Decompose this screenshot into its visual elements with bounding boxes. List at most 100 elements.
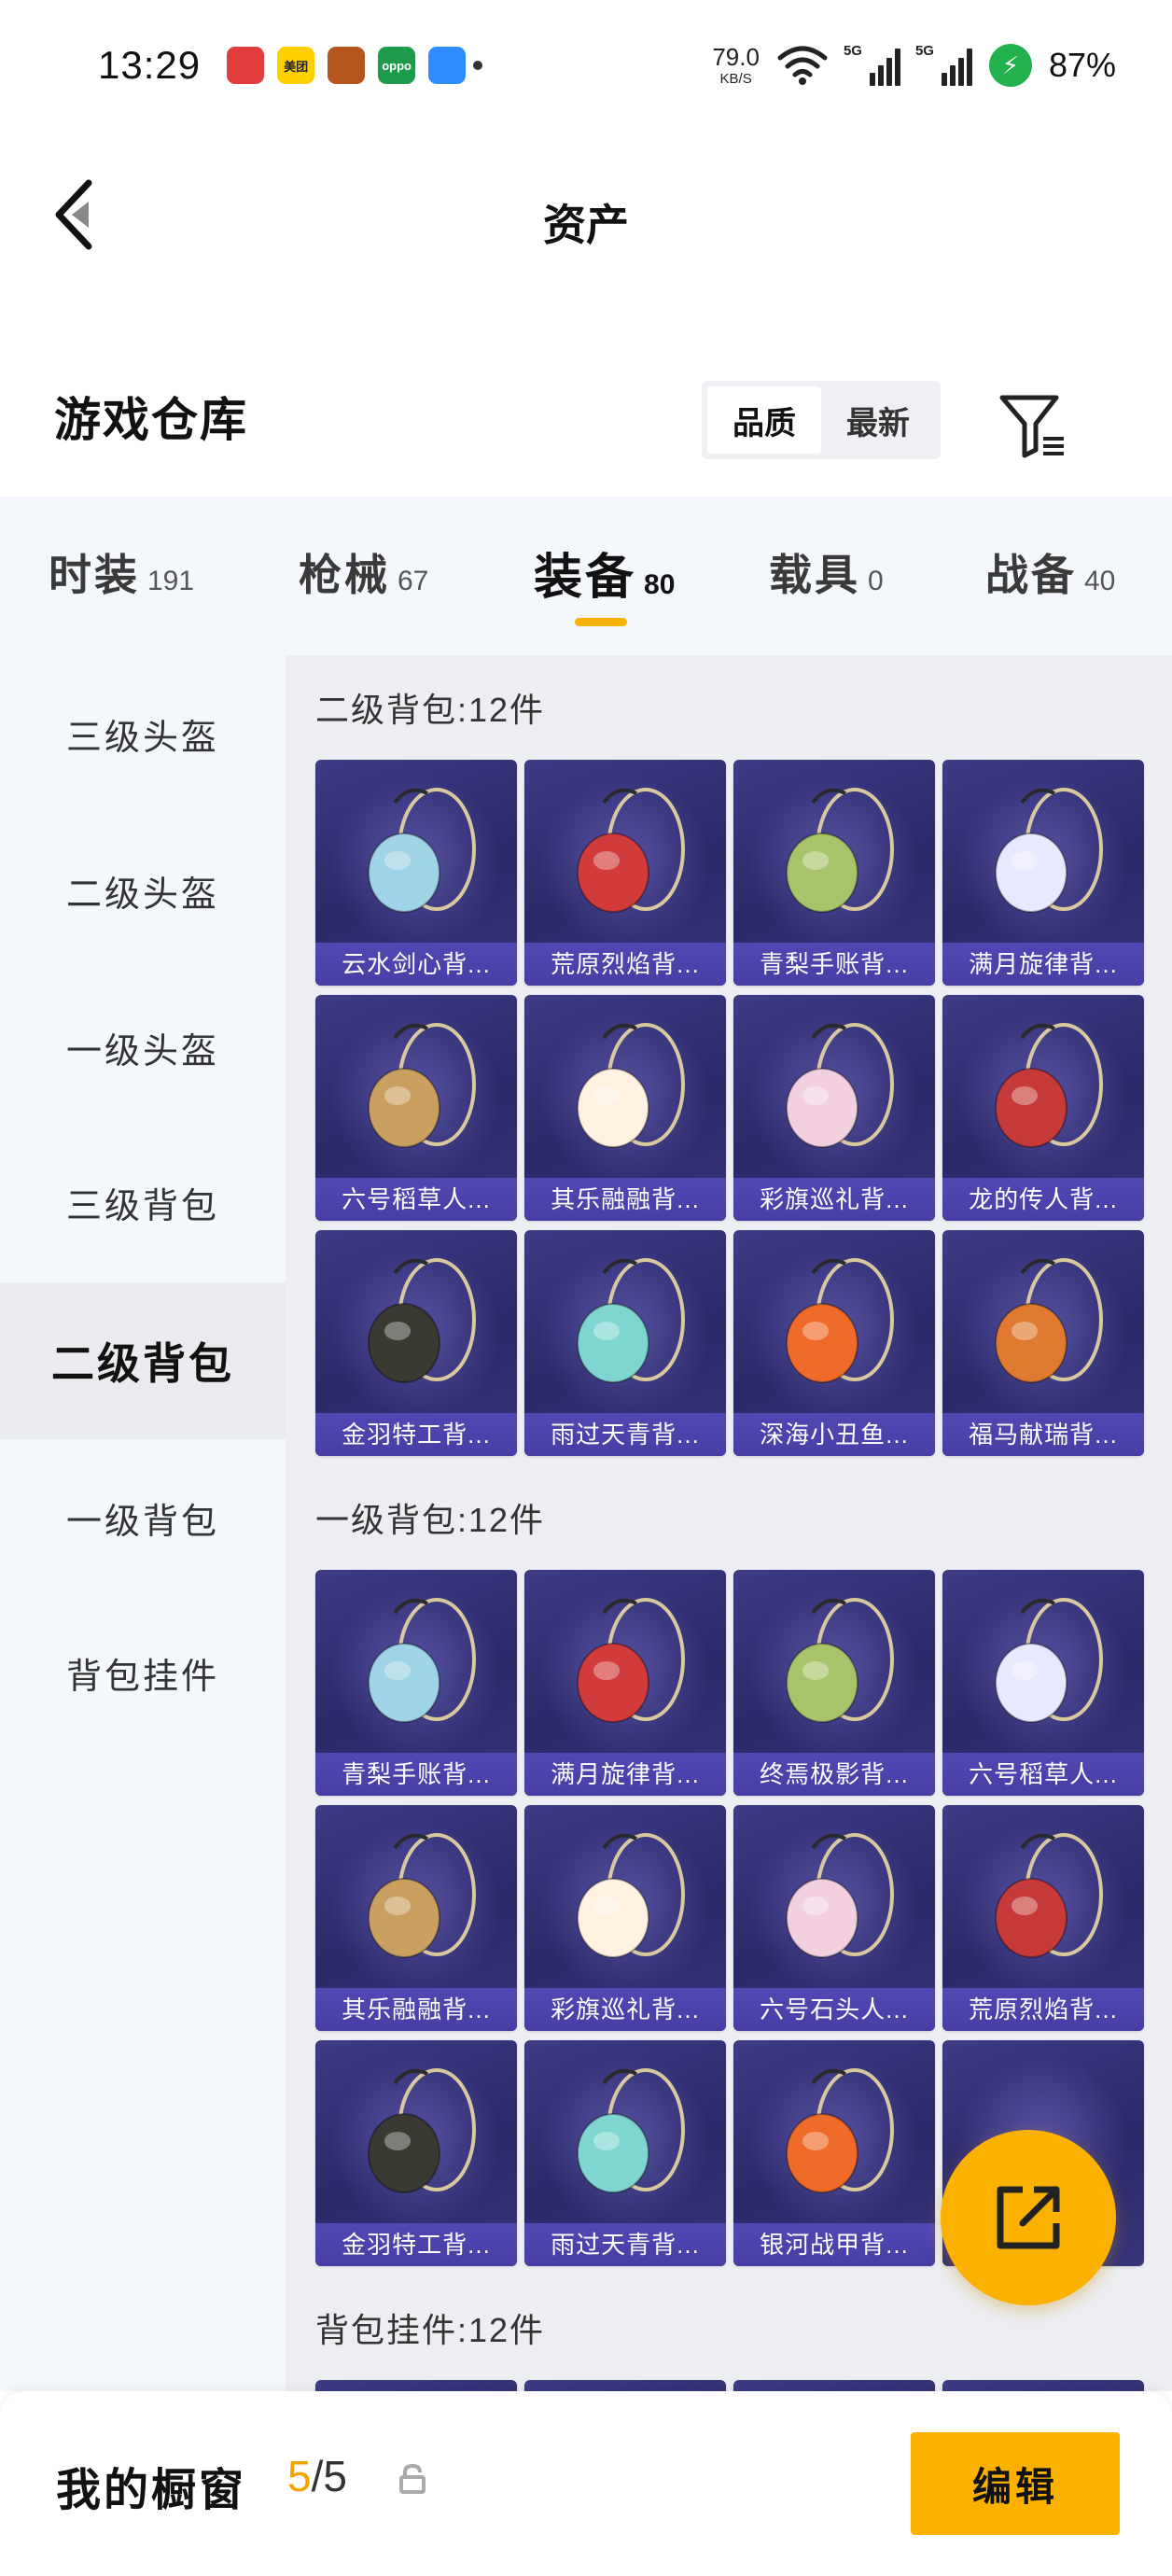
item-card[interactable]	[733, 2380, 935, 2391]
item-card[interactable]	[942, 2380, 1144, 2391]
subcategory-sidebar: 三级头盔 二级头盔 一级头盔 三级背包 二级背包 一级背包 背包挂件	[0, 655, 286, 2391]
item-name: 荒原烈焰背...	[942, 1988, 1144, 2031]
tab-fashion[interactable]: 时装 191	[49, 541, 194, 603]
item-card[interactable]: 荒原烈焰背...	[942, 1805, 1144, 2031]
item-card[interactable]: 满月旋律背...	[524, 1570, 726, 1796]
showcase-label: 我的橱窗	[56, 2466, 247, 2515]
item-name: 满月旋律背...	[942, 943, 1144, 986]
item-card[interactable]: 六号石头人...	[733, 1805, 935, 2031]
sidebar-item-1[interactable]: 二级头盔	[0, 812, 286, 969]
backpack-image	[942, 1001, 1144, 1178]
item-name: 荒原烈焰背...	[524, 943, 726, 986]
item-name: 青梨手账背...	[733, 943, 935, 986]
item-card[interactable]: 金羽特工背...	[315, 1230, 517, 1456]
item-card[interactable]: 六号稻草人...	[942, 1570, 1144, 1796]
item-name: 青梨手账背...	[315, 1753, 517, 1796]
cloud-icon	[428, 47, 467, 84]
backpack-image	[733, 1001, 935, 1178]
game-app-icon	[227, 47, 265, 84]
item-name: 云水剑心背...	[315, 943, 517, 986]
item-name: 彩旗巡礼背...	[524, 1988, 726, 2031]
item-card[interactable]	[315, 2380, 517, 2391]
sidebar-item-3[interactable]: 三级背包	[0, 1124, 286, 1281]
item-name: 彩旗巡礼背...	[733, 1178, 935, 1221]
item-card[interactable]: 彩旗巡礼背...	[524, 1805, 726, 2031]
backpack-image	[315, 1236, 517, 1413]
backpack-image	[315, 2046, 517, 2223]
item-name: 龙的传人背...	[942, 1178, 1144, 1221]
network-speed: 79.0 KB/S	[712, 45, 760, 86]
item-card[interactable]: 其乐融融背...	[524, 995, 726, 1221]
network-speed-unit: KB/S	[719, 71, 752, 87]
sort-by-quality[interactable]: 品质	[707, 386, 821, 454]
network-speed-value: 79.0	[712, 43, 760, 71]
filter-button[interactable]	[997, 388, 1071, 463]
tab-label: 时装	[49, 551, 140, 599]
oppo-icon: oppo	[378, 47, 416, 84]
item-card[interactable]: 福马献瑞背...	[942, 1230, 1144, 1456]
edit-button[interactable]: 编辑	[911, 2432, 1120, 2535]
backpack-image	[942, 1811, 1144, 1988]
hero-game-icon	[328, 47, 366, 84]
tab-battle-prep[interactable]: 战备 40	[985, 541, 1115, 603]
tab-count: 0	[868, 566, 884, 596]
item-card[interactable]: 雨过天青背...	[524, 1230, 726, 1456]
item-name: 雨过天青背...	[524, 2223, 726, 2266]
meituan-icon: 美团	[277, 47, 315, 84]
backpack-image	[733, 1236, 935, 1413]
sidebar-item-5[interactable]: 一级背包	[0, 1439, 286, 1596]
share-fab-button[interactable]	[941, 2130, 1116, 2305]
item-name: 深海小丑鱼...	[733, 1413, 935, 1456]
sim1-signal-icon: 5G	[844, 43, 900, 86]
lock-icon	[399, 2463, 426, 2494]
sidebar-item-2[interactable]: 一级头盔	[0, 969, 286, 1126]
backpack-image	[942, 1236, 1144, 1413]
backpack-image	[733, 765, 935, 943]
tab-label: 战备	[985, 551, 1077, 599]
backpack-image	[315, 1001, 517, 1178]
tab-count: 80	[644, 569, 676, 600]
tab-count: 40	[1084, 566, 1116, 596]
item-name: 雨过天青背...	[524, 1413, 726, 1456]
item-card[interactable]: 六号稻草人...	[315, 995, 517, 1221]
sort-by-newest[interactable]: 最新	[821, 386, 935, 454]
item-card[interactable]: 龙的传人背...	[942, 995, 1144, 1221]
item-card[interactable]	[524, 2380, 726, 2391]
backpack-image	[942, 1575, 1144, 1753]
status-time: 13:29	[98, 43, 202, 87]
item-card[interactable]: 青梨手账背...	[733, 760, 935, 986]
sim2-label: 5G	[914, 43, 934, 59]
item-name: 六号石头人...	[733, 1988, 935, 2031]
sim2-signal-icon: 5G	[914, 43, 972, 86]
backpack-image	[942, 765, 1144, 943]
item-card[interactable]: 彩旗巡礼背...	[733, 995, 935, 1221]
backpack-image	[315, 1811, 517, 1988]
item-card[interactable]: 深海小丑鱼...	[733, 1230, 935, 1456]
item-card[interactable]: 其乐融融背...	[315, 1805, 517, 2031]
item-card[interactable]: 终焉极影背...	[733, 1570, 935, 1796]
item-card[interactable]: 雨过天青背...	[524, 2040, 726, 2266]
showcase-bar: 我的橱窗 5/5 编辑	[0, 2391, 1172, 2576]
sidebar-item-4[interactable]: 二级背包	[0, 1282, 286, 1439]
item-card[interactable]: 银河战甲背...	[733, 2040, 935, 2266]
item-card[interactable]: 金羽特工背...	[315, 2040, 517, 2266]
sidebar-item-0[interactable]: 三级头盔	[0, 655, 286, 812]
backpack-image	[524, 1001, 726, 1178]
tab-equipment[interactable]: 装备 80	[534, 538, 675, 608]
tab-vehicles[interactable]: 载具 0	[769, 541, 884, 603]
sidebar-item-6[interactable]: 背包挂件	[0, 1594, 286, 1751]
backpack-image	[524, 2046, 726, 2223]
item-card[interactable]: 荒原烈焰背...	[524, 760, 726, 986]
section-title: 游戏仓库	[54, 394, 248, 446]
item-card[interactable]: 云水剑心背...	[315, 760, 517, 986]
item-card[interactable]: 青梨手账背...	[315, 1570, 517, 1796]
tab-count: 191	[147, 566, 195, 596]
backpack-image	[524, 1236, 726, 1413]
item-name: 满月旋律背...	[524, 1753, 726, 1796]
tab-firearms[interactable]: 枪械 67	[299, 541, 428, 603]
item-name: 其乐融融背...	[315, 1988, 517, 2031]
item-name: 六号稻草人...	[315, 1178, 517, 1221]
item-card[interactable]: 满月旋律背...	[942, 760, 1144, 986]
filter-icon	[999, 395, 1064, 458]
item-name: 终焉极影背...	[733, 1753, 935, 1796]
